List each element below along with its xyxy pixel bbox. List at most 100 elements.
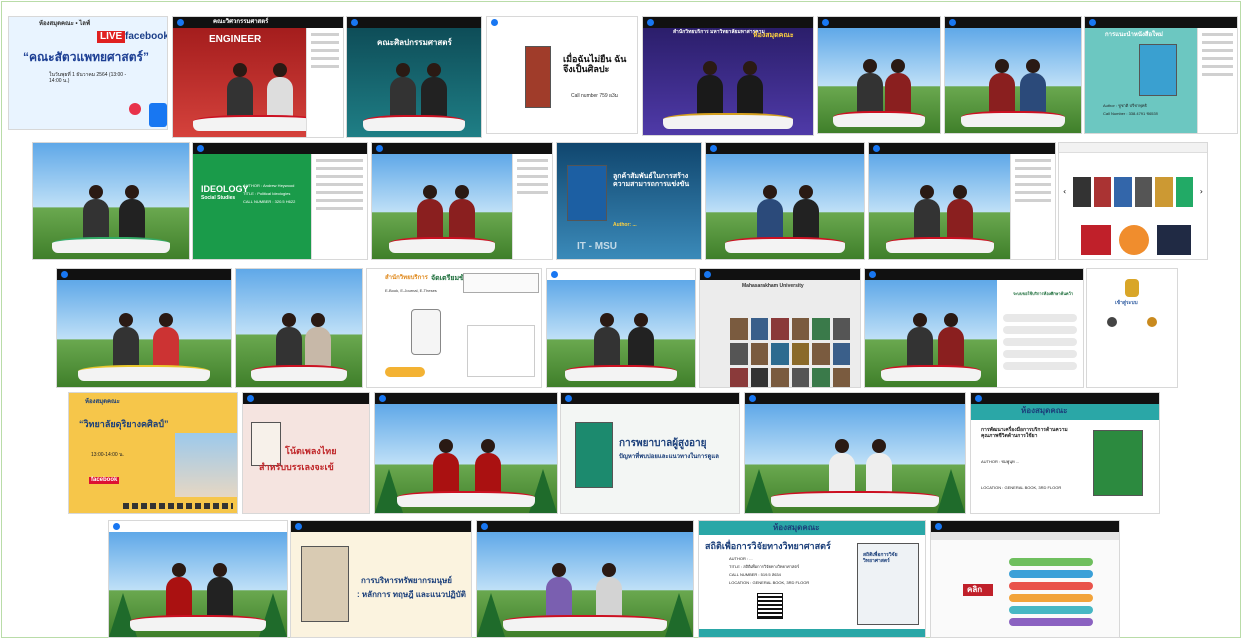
facebook-icon (177, 19, 184, 26)
thumb-building-studio-7[interactable] (546, 268, 696, 388)
thumb-christmas-studio-2[interactable] (744, 392, 966, 514)
thumb-click-tutorial[interactable]: คลิก (930, 520, 1120, 638)
form-fields[interactable] (1003, 310, 1077, 374)
social-icons-row (123, 503, 233, 509)
book-cover (301, 546, 349, 622)
poster-small-text: ห้องสมุดคณะ (85, 399, 120, 405)
click-label: คลิก (967, 585, 983, 594)
user-icon[interactable] (1107, 317, 1117, 327)
engineer-sign: ENGINEER (209, 34, 262, 45)
presenter-left (433, 439, 460, 495)
thumb-customer-book-poster[interactable]: ลูกค้าสัมพันธ์ในการสร้างความสามารถการแข่… (556, 142, 702, 260)
book-callno: CALL NUMBER : 320.5 H622 (243, 199, 296, 204)
thumb-new-book-poster[interactable]: การแนะนำหนังสือใหม่ Author : ชูชาติ ปรีช… (1084, 16, 1238, 134)
studio-desk (77, 365, 211, 381)
thumb-hr-book-poster[interactable]: โน้ตเพลงไทย การบริหารทรัพยากรมนุษย์ : หล… (290, 520, 472, 638)
thumb-christmas-studio-1[interactable] (374, 392, 558, 514)
book-carousel[interactable] (1073, 177, 1193, 207)
studio-desk (771, 491, 939, 507)
logo-icon (1125, 279, 1139, 297)
faculty-banner: คณะศิลปกรรมศาสตร์ (377, 38, 452, 47)
book-cover (525, 46, 551, 108)
orange-footer (699, 629, 925, 637)
thumb-vet-live-poster[interactable]: ห้องสมุดคณะ • ไลฟ์ LIVE facebook “คณะสัต… (8, 16, 168, 130)
chat-panel (311, 154, 367, 259)
thumb-music-college-poster[interactable]: ห้องสมุดคณะ “วิทยาลัยดุริยางคศิลป์” 13:0… (68, 392, 238, 514)
qr-badge (385, 367, 425, 377)
promo-red (1081, 225, 1111, 255)
presenter-right (420, 63, 447, 119)
thumb-christmas-studio-4[interactable] (476, 520, 694, 638)
studio-desk (961, 111, 1065, 127)
presenter-left (416, 185, 443, 241)
facebook-icon (551, 271, 558, 278)
promo-colorful (1119, 225, 1149, 255)
poster-sub: ปัญหาที่พบบ่อยและแนวทางในการดูแล (619, 454, 719, 460)
thumb-login-page[interactable]: เข้าสู่ระบบ (1086, 268, 1178, 388)
heart-icon (129, 103, 141, 115)
thumb-pharmacy-book-poster[interactable]: ห้องสมุดคณะ การพัฒนาเครื่องมือการบริการด… (970, 392, 1160, 514)
christmas-tree-right (937, 469, 965, 513)
tutorial-note: E-Book, E-Journal, E-Theses (385, 288, 437, 293)
thumb-building-studio-2[interactable] (944, 16, 1082, 134)
site-header: Mahasarakham University (742, 283, 804, 289)
poster-author: AUTHOR : ... (729, 556, 753, 561)
thumbnail-grid[interactable] (730, 318, 850, 387)
staff-icon[interactable] (1147, 317, 1157, 327)
facebook-icon (749, 395, 756, 402)
facebook-icon (113, 523, 120, 530)
studio-desk (886, 237, 994, 253)
poster-headline: การพัฒนาเครื่องมือการบริการด้านความคุณภา… (981, 427, 1068, 439)
login-title: เข้าสู่ระบบ (1115, 300, 1138, 306)
menu-pills[interactable] (1009, 554, 1093, 630)
thumb-library-website[interactable]: ‹ › (1058, 142, 1208, 260)
presenter-left (227, 63, 254, 119)
studio-desk (251, 365, 347, 381)
thumb-christmas-studio-3[interactable] (108, 520, 288, 638)
chat-panel (512, 154, 552, 259)
chevron-left-icon[interactable]: ‹ (1063, 187, 1066, 196)
thumb-statistics-book-poster[interactable]: ห้องสมุดคณะ สถิติเพื่อการวิจัยทางวิทยาศา… (698, 520, 926, 638)
facebook-icon (351, 19, 358, 26)
thumb-building-studio-1[interactable] (817, 16, 941, 134)
facebook-icon (869, 271, 876, 278)
info-box (467, 325, 535, 377)
facebook-icon (376, 145, 383, 152)
studio-desk (564, 365, 678, 381)
thumb-university-site[interactable]: Mahasarakham University (699, 268, 861, 388)
presenter-right (449, 185, 475, 241)
studio-desk (363, 115, 465, 131)
thumb-art-book-poster[interactable]: เมื่อฉันไม่ยืน ฉันจึงเป็นศิลปะ Call numb… (486, 16, 638, 134)
facebook-label: facebook (89, 477, 120, 484)
thumb-room-booking[interactable]: ระบบขอใช้บริการห้องศึกษาค้นคว้า (864, 268, 1084, 388)
website-header (1059, 143, 1207, 153)
thumb-building-studio-4[interactable] (705, 142, 865, 260)
browser-window (463, 273, 539, 293)
thumb-ideology-poster[interactable]: IDEOLOGY Social Studies AUTHOR : Andrew … (192, 142, 368, 260)
thumb-building-studio-5[interactable] (868, 142, 1056, 260)
presenter-right (1019, 59, 1046, 115)
thumb-engineer-studio[interactable]: ENGINEER คณะวิศวกรรมศาสตร์ (172, 16, 344, 138)
thumb-nursing-book-poster[interactable]: การพยาบาลผู้สูงอายุ ปัญหาที่พบบ่อยและแนว… (560, 392, 740, 514)
live-badge: LIVE (97, 31, 126, 43)
facebook-icon (704, 271, 711, 278)
presenter-left (988, 59, 1015, 115)
studio-desk (51, 237, 171, 253)
thumb-outdoor-studio[interactable] (32, 142, 190, 260)
chevron-right-icon[interactable]: › (1200, 187, 1203, 196)
presenter-right (152, 313, 179, 369)
book-cover (567, 165, 607, 221)
presenter-right (628, 313, 655, 369)
thumb-building-studio-6[interactable] (235, 268, 363, 388)
thumb-database-tutorial[interactable]: สำนักวิทยบริการ จัดเตรียมข้อมูล E-Book, … (366, 268, 542, 388)
christmas-tree-left (477, 593, 505, 637)
thumb-library-studio[interactable]: สำนักวิทยบริการ มหาวิทยาลัยมหาสารคาม ห้อ… (642, 16, 814, 136)
studio-desk (724, 237, 846, 253)
facebook-icon (710, 145, 717, 152)
thumb-building-studio-3[interactable] (371, 142, 553, 260)
presenter-right (937, 313, 964, 369)
thumb-fine-arts-studio[interactable]: คณะศิลปกรรมศาสตร์ (346, 16, 482, 138)
facebook-icon (647, 19, 654, 26)
thumb-thai-music-poster[interactable]: โน้ตเพลงไทย สำหรับบรรเลงจะเข้ (242, 392, 370, 514)
thumb-outdoor-studio-2[interactable] (56, 268, 232, 388)
